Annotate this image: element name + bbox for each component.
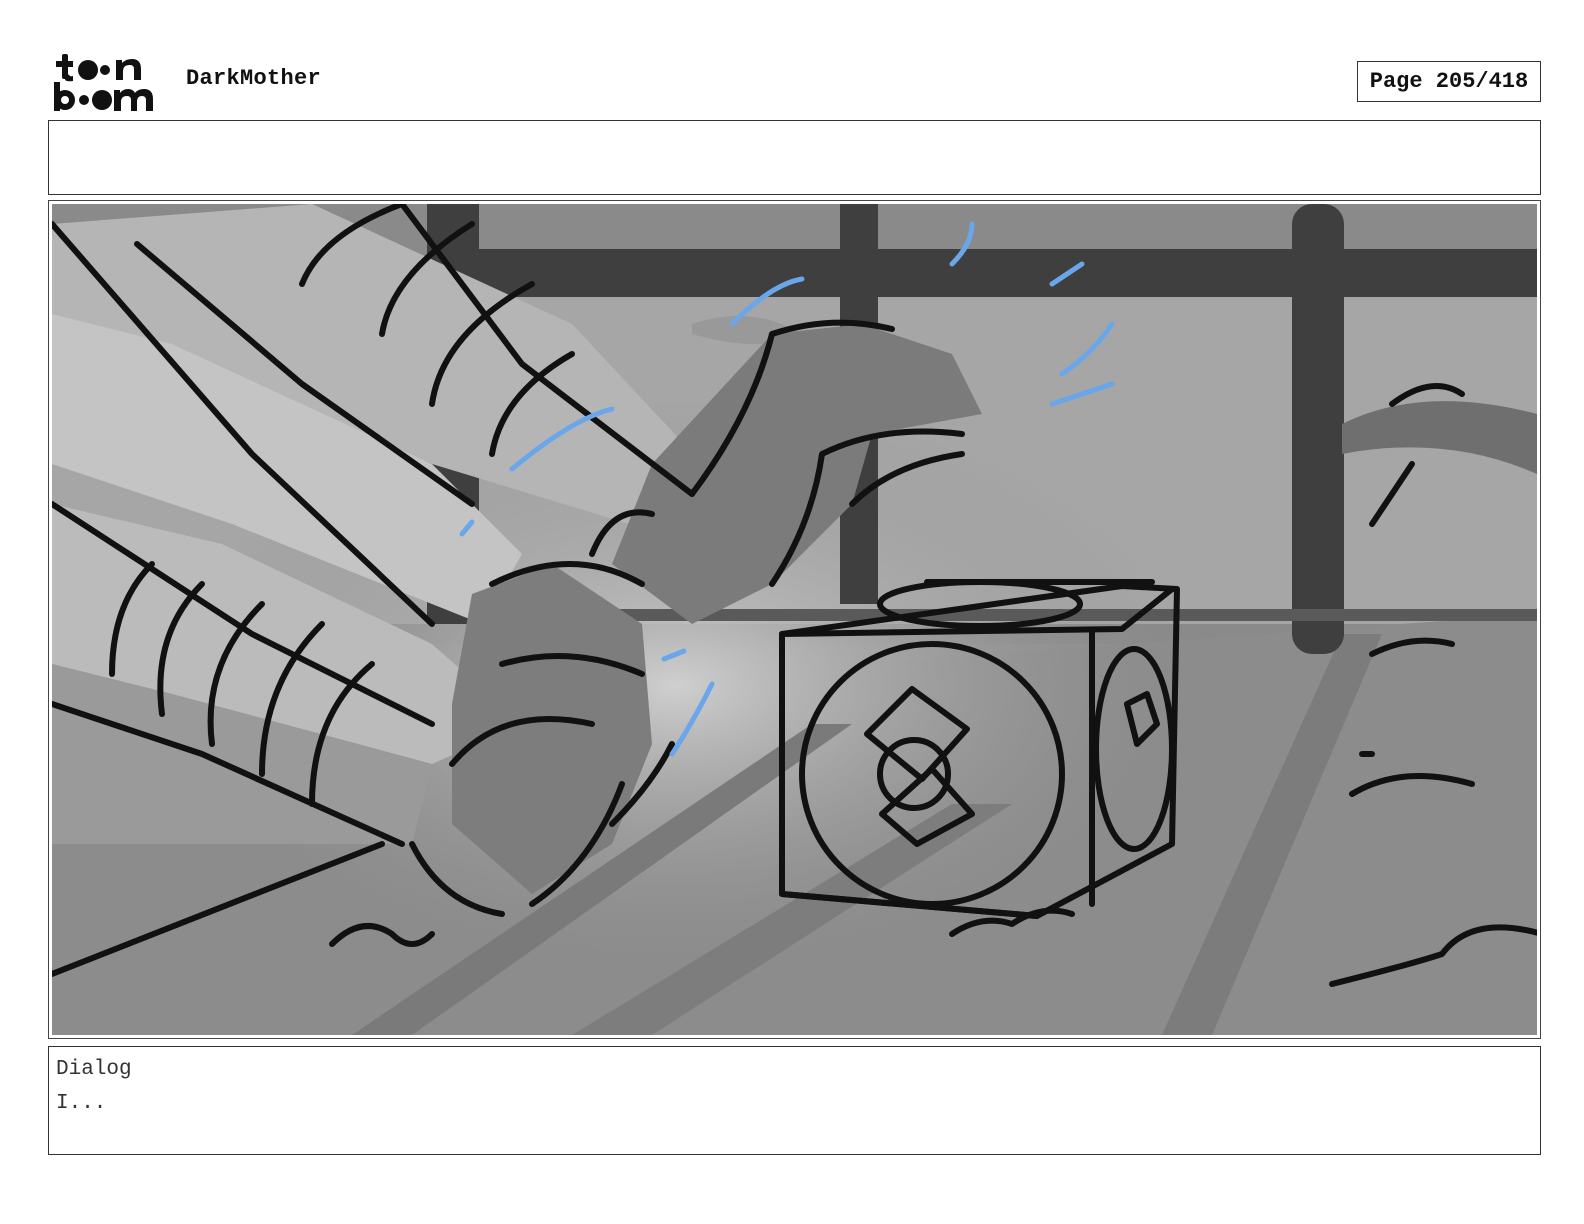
dialog-box: Dialog I... — [48, 1046, 1541, 1155]
notes-box — [48, 120, 1541, 195]
storyboard-panel — [48, 200, 1541, 1039]
storyboard-sketch — [52, 204, 1537, 1035]
page-number: Page 205/418 — [1357, 61, 1541, 102]
dialog-text: I... — [56, 1092, 107, 1115]
panel-drawing — [52, 204, 1537, 1035]
toon-boom-logo — [54, 54, 153, 111]
project-title: DarkMother — [186, 66, 322, 91]
dialog-label: Dialog — [56, 1058, 132, 1081]
